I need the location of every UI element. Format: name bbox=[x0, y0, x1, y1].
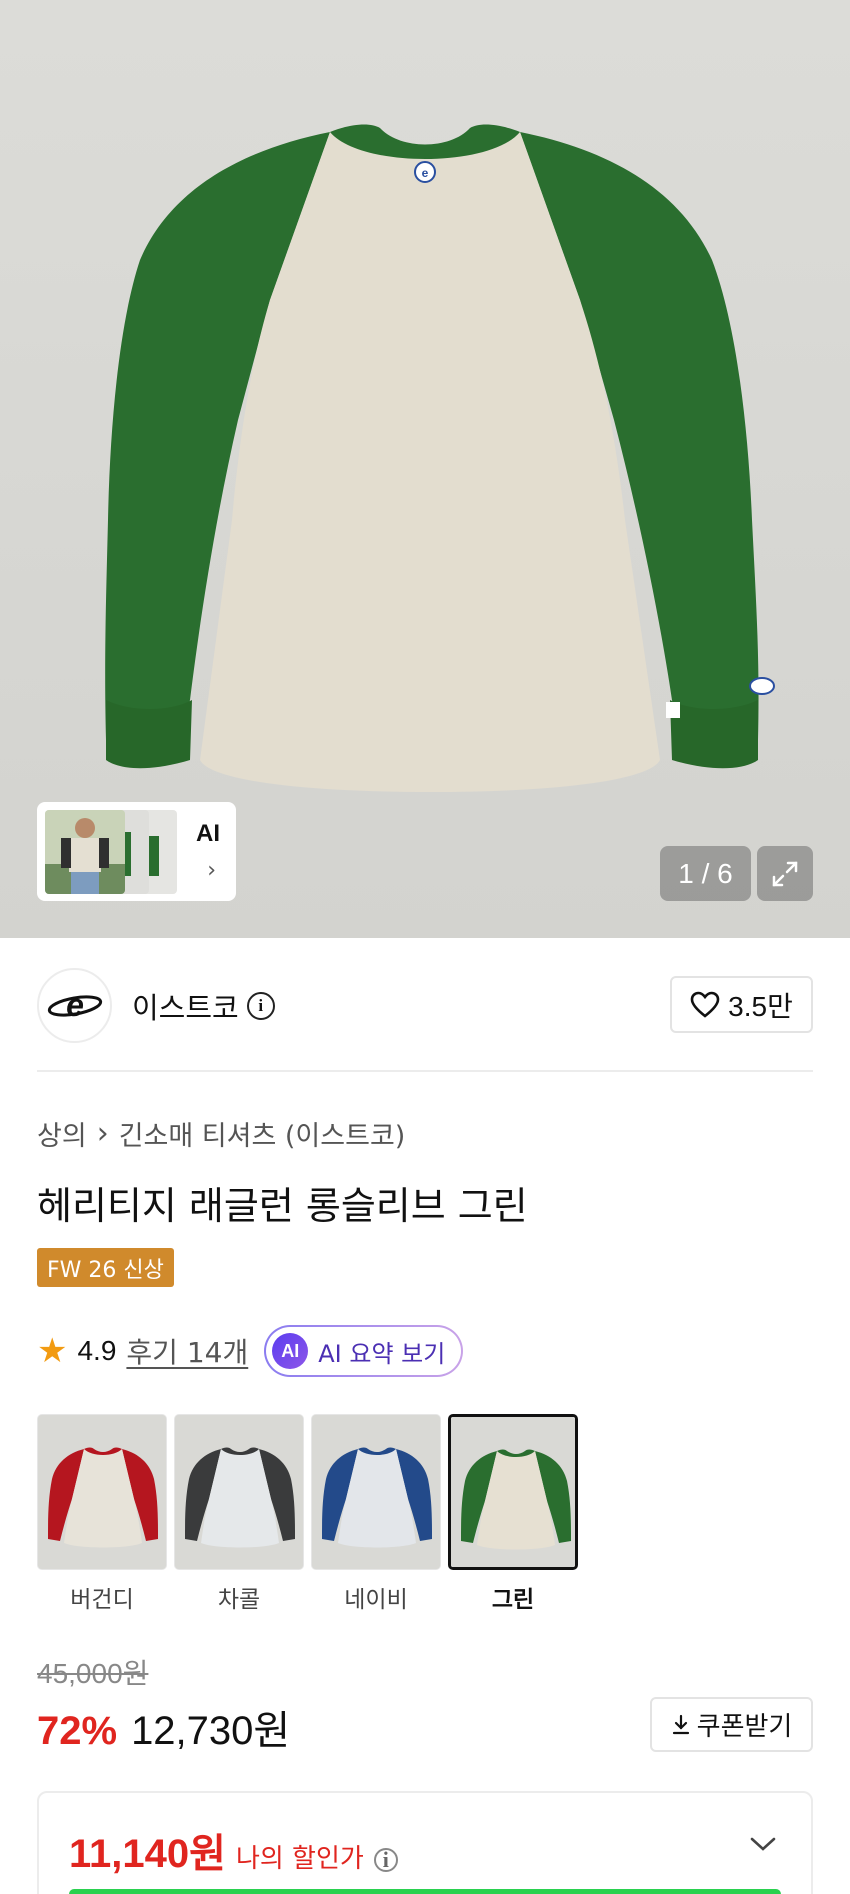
discount-rate: 72% bbox=[37, 1709, 118, 1753]
my-discount-label: 나의 할인가 bbox=[235, 1844, 364, 1874]
star-icon: ★ bbox=[37, 1331, 68, 1371]
chevron-down-icon[interactable] bbox=[749, 1835, 777, 1853]
swatch-shirt-image bbox=[451, 1417, 575, 1567]
chevron-right-icon: › bbox=[96, 1116, 109, 1151]
my-discount-price: 11,140원 bbox=[69, 1832, 226, 1876]
ai-thumb-label: AI bbox=[196, 820, 220, 847]
my-discount-card[interactable]: 11,140원 나의 할인가 i bbox=[37, 1791, 813, 1894]
brand-name: 이스트코 bbox=[132, 991, 239, 1025]
chevron-right-icon: › bbox=[207, 858, 216, 883]
rating-score: 4.9 bbox=[77, 1335, 117, 1366]
breadcrumb: 상의 › 긴소매 티셔츠 (이스트코) bbox=[37, 1114, 405, 1153]
color-swatch[interactable] bbox=[311, 1414, 441, 1570]
breadcrumb-category[interactable]: 상의 bbox=[37, 1114, 87, 1153]
ai-summary-button[interactable]: AI AI 요약 보기 bbox=[264, 1325, 464, 1377]
product-title: 헤리티지 래글런 롱슬리브 그린 bbox=[37, 1184, 528, 1228]
benefit-bar bbox=[69, 1889, 781, 1894]
thumbnail-model bbox=[45, 809, 125, 894]
swatch-shirt-image bbox=[175, 1415, 303, 1569]
color-swatch[interactable] bbox=[174, 1414, 304, 1570]
heart-icon bbox=[690, 991, 720, 1018]
color-swatch-label: 그린 bbox=[491, 1587, 535, 1613]
image-counter: 1 / 6 bbox=[660, 846, 751, 901]
rating-row: ★ 4.9 후기 14개 AI AI 요약 보기 bbox=[37, 1323, 464, 1379]
breadcrumb-subcategory[interactable]: 긴소매 티셔츠 (이스트코) bbox=[119, 1114, 406, 1153]
download-icon bbox=[672, 1714, 689, 1734]
expand-icon bbox=[772, 861, 798, 886]
original-price: 45,000원 bbox=[37, 1658, 149, 1689]
color-swatch-label: 차콜 bbox=[217, 1587, 261, 1613]
like-count: 3.5만 bbox=[728, 990, 793, 1022]
divider bbox=[37, 1070, 813, 1072]
color-swatch-label: 버건디 bbox=[70, 1587, 134, 1613]
sale-price-row: 72% 12,730원 bbox=[37, 1698, 290, 1756]
new-season-badge: FW 26 신상 bbox=[37, 1248, 174, 1287]
svg-text:e: e bbox=[422, 166, 429, 180]
coupon-button[interactable]: 쿠폰받기 bbox=[650, 1697, 813, 1752]
coupon-label: 쿠폰받기 bbox=[696, 1712, 793, 1742]
color-swatch-label: 네이비 bbox=[344, 1587, 408, 1613]
thumbnail-stack bbox=[45, 809, 187, 894]
color-swatch[interactable] bbox=[37, 1414, 167, 1570]
sale-price: 12,730원 bbox=[131, 1709, 291, 1753]
info-icon[interactable]: i bbox=[246, 992, 275, 1020]
svg-text:e: e bbox=[66, 987, 84, 1023]
info-icon[interactable]: i bbox=[373, 1847, 398, 1872]
ai-badge-icon: AI bbox=[272, 1333, 309, 1369]
brand-name-link[interactable]: 이스트코 i bbox=[132, 985, 275, 1027]
review-count-link[interactable]: 후기 14개 bbox=[126, 1331, 248, 1371]
ai-lookbook-thumbnails[interactable]: AI › bbox=[37, 802, 236, 901]
product-image[interactable]: e AI › 1 / 6 bbox=[0, 0, 850, 938]
swatch-shirt-image bbox=[312, 1415, 440, 1569]
color-swatch[interactable] bbox=[448, 1414, 578, 1570]
brand-logo[interactable]: e bbox=[37, 968, 112, 1043]
expand-button[interactable] bbox=[757, 846, 813, 901]
ai-summary-label: AI 요약 보기 bbox=[318, 1339, 446, 1368]
like-button[interactable]: 3.5만 bbox=[670, 976, 813, 1033]
swatch-shirt-image bbox=[38, 1415, 166, 1569]
brand-logo-icon: e bbox=[47, 987, 102, 1023]
product-photo-shirt: e bbox=[105, 124, 775, 792]
